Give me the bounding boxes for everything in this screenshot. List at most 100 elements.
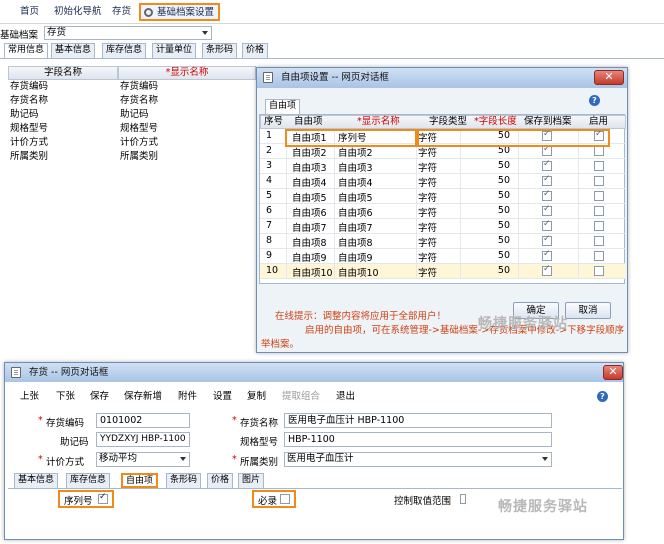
row-name[interactable]: 自由项2 xyxy=(338,145,373,159)
tab-common-info[interactable]: 常用信息 xyxy=(4,43,49,58)
archive-tabs: 常用信息 基本信息 库存信息 计量单位 条形码 价格 xyxy=(4,43,664,58)
inv-help-icon[interactable]: ? xyxy=(597,391,608,402)
nav-tab-basic-archive[interactable]: 基础档案设置 xyxy=(139,3,221,21)
table-row[interactable]: 8 自由项8 自由项8 字符 50 xyxy=(260,234,626,249)
required-checkbox[interactable] xyxy=(280,494,290,504)
row-item: 自由项8 xyxy=(292,238,327,249)
row-type: 字符 xyxy=(418,223,438,234)
inv-tab-stock[interactable]: 库存信息 xyxy=(66,473,111,488)
tab-basic-info[interactable]: 基本信息 xyxy=(51,43,96,58)
chevron-down-icon xyxy=(180,457,186,461)
save-checkbox[interactable] xyxy=(542,174,552,186)
tab-stock-info[interactable]: 库存信息 xyxy=(102,43,147,58)
toolbar-exit[interactable]: 退出 xyxy=(336,390,355,404)
grid-cell-display[interactable]: 存货编码 xyxy=(120,80,158,94)
save-checkbox[interactable] xyxy=(542,249,552,261)
enable-checkbox[interactable] xyxy=(594,161,604,171)
enable-checkbox[interactable] xyxy=(594,251,604,261)
table-row[interactable]: 5 自由项5 自由项5 字符 50 xyxy=(260,189,626,204)
toolbar-copy[interactable]: 复制 xyxy=(247,390,266,404)
enable-checkbox[interactable] xyxy=(594,176,604,186)
save-checkbox[interactable] xyxy=(542,204,552,216)
table-row[interactable]: 4 自由项4 自由项4 字符 50 xyxy=(260,174,626,189)
online-hint: 在线提示：调整内容将应用于全部用户！ xyxy=(275,311,447,322)
pricing-select[interactable]: 移动平均 xyxy=(96,452,190,467)
spec-input[interactable]: HBP-1100 xyxy=(284,432,552,447)
toolbar-save-new[interactable]: 保存新增 xyxy=(124,390,162,404)
row-length[interactable]: 50 xyxy=(480,175,510,186)
mnemonic-input[interactable]: YYDZXYJ HBP-1100 xyxy=(96,432,190,447)
close-button[interactable]: ✕ xyxy=(594,70,624,85)
tab-unit[interactable]: 计量单位 xyxy=(152,43,197,58)
toolbar-attach[interactable]: 附件 xyxy=(178,390,197,404)
row-name[interactable]: 自由项10 xyxy=(338,265,379,279)
toolbar-settings[interactable]: 设置 xyxy=(213,390,232,404)
toolbar-extract[interactable]: 提取组合 xyxy=(282,390,320,404)
category-select[interactable]: 医用电子血压计 xyxy=(284,452,552,467)
row-length[interactable]: 50 xyxy=(480,250,510,261)
nav-tab-init-guide[interactable]: 初始化导航 xyxy=(50,4,106,22)
save-checkbox[interactable] xyxy=(542,144,552,156)
cancel-button[interactable]: 取消 xyxy=(565,302,611,319)
inv-tab-image[interactable]: 图片 xyxy=(238,473,265,488)
row-length[interactable]: 50 xyxy=(480,190,510,201)
tab-custom-items[interactable]: 自由项 xyxy=(265,99,301,114)
cell-divider xyxy=(416,264,417,279)
help-icon[interactable]: ? xyxy=(589,95,600,106)
inv-tab-basic[interactable]: 基本信息 xyxy=(14,473,59,488)
enable-checkbox[interactable] xyxy=(594,221,604,231)
enable-checkbox[interactable] xyxy=(594,191,604,201)
inv-tab-custom[interactable]: 自由项 xyxy=(121,473,159,488)
inv-close-button[interactable]: ✕ xyxy=(603,365,623,380)
row-length[interactable]: 50 xyxy=(480,205,510,216)
toolbar-save[interactable]: 保存 xyxy=(90,390,109,404)
row-length[interactable]: 50 xyxy=(480,160,510,171)
table-row[interactable]: 7 自由项7 自由项7 字符 50 xyxy=(260,219,626,234)
watermark-top: 畅捷服务驿站 xyxy=(478,316,568,332)
save-checkbox[interactable] xyxy=(542,234,552,246)
table-row[interactable]: 3 自由项3 自由项3 字符 50 xyxy=(260,159,626,174)
inv-tab-price[interactable]: 价格 xyxy=(207,473,234,488)
table-row[interactable]: 6 自由项6 自由项6 字符 50 xyxy=(260,204,626,219)
row-name[interactable]: 自由项5 xyxy=(338,190,373,204)
nav-tab-home[interactable]: 首页 xyxy=(16,4,43,22)
save-checkbox[interactable] xyxy=(542,189,552,201)
save-checkbox[interactable] xyxy=(542,219,552,231)
name-input[interactable]: 医用电子血压计 HBP-1100 xyxy=(284,413,552,428)
grid-cell-display[interactable]: 所属类别 xyxy=(120,150,158,164)
row-name[interactable]: 自由项4 xyxy=(338,175,373,189)
cell-divider xyxy=(578,174,579,189)
row-length[interactable]: 50 xyxy=(480,235,510,246)
row-length[interactable]: 50 xyxy=(480,265,510,276)
inv-title-bar: 存货 -- 网页对话框 xyxy=(5,363,623,382)
enable-checkbox[interactable] xyxy=(594,236,604,246)
inv-tab-barcode[interactable]: 条形码 xyxy=(166,473,202,488)
row-length[interactable]: 50 xyxy=(480,220,510,231)
enable-checkbox[interactable] xyxy=(594,266,604,276)
enable-checkbox[interactable] xyxy=(594,146,604,156)
range-checkbox[interactable] xyxy=(460,494,466,504)
toolbar-prev[interactable]: 上张 xyxy=(20,390,39,404)
row-name[interactable]: 自由项7 xyxy=(338,220,373,234)
table-row[interactable]: 10 自由项10 自由项10 字符 50 xyxy=(260,264,626,279)
tab-price[interactable]: 价格 xyxy=(242,43,269,58)
toolbar-next[interactable]: 下张 xyxy=(56,390,75,404)
row-name[interactable]: 自由项9 xyxy=(338,250,373,264)
grid-cell-display[interactable]: 存货名称 xyxy=(120,94,158,108)
save-checkbox[interactable] xyxy=(542,264,552,276)
grid-cell-display[interactable]: 计价方式 xyxy=(120,136,158,150)
save-checkbox[interactable] xyxy=(542,159,552,171)
row-name[interactable]: 自由项8 xyxy=(338,235,373,249)
serial-label: 序列号 xyxy=(64,496,93,507)
tab-barcode[interactable]: 条形码 xyxy=(202,43,238,58)
archive-select[interactable]: 存货 xyxy=(44,26,212,40)
enable-checkbox[interactable] xyxy=(594,206,604,216)
grid-cell-display[interactable]: 助记码 xyxy=(120,108,149,122)
code-input[interactable]: 0101002 xyxy=(96,413,190,428)
table-row[interactable]: 9 自由项9 自由项9 字符 50 xyxy=(260,249,626,264)
row-name[interactable]: 自由项6 xyxy=(338,205,373,219)
serial-checkbox[interactable] xyxy=(98,492,108,504)
nav-tab-inventory[interactable]: 存货 xyxy=(108,4,135,22)
grid-cell-display[interactable]: 规格型号 xyxy=(120,122,158,136)
row-name[interactable]: 自由项3 xyxy=(338,160,373,174)
